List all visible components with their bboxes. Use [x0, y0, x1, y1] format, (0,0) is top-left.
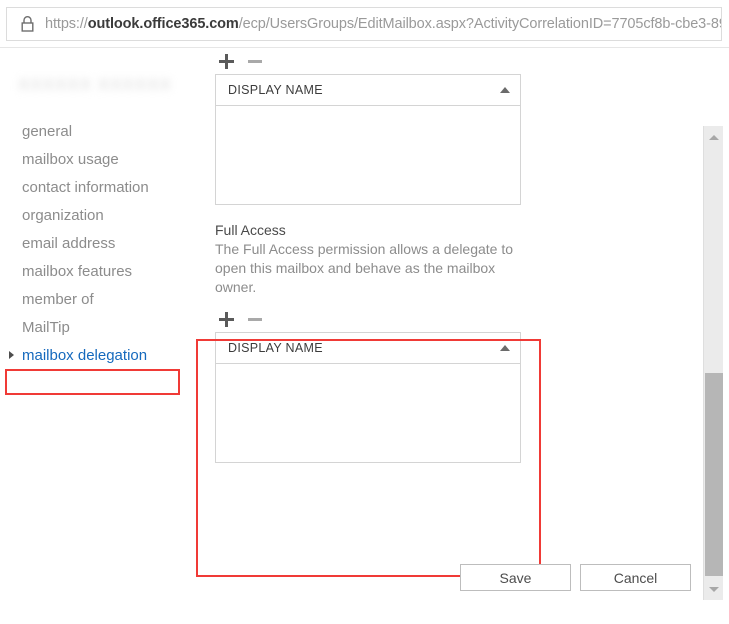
sidebar-item-label: MailTip — [22, 319, 70, 336]
grid-body-empty — [216, 106, 520, 204]
sidebar-item-label: organization — [22, 207, 104, 224]
mailbox-title-redacted: XXXXXX XXXXXX — [18, 75, 172, 94]
send-as-section: DISPLAY NAME — [196, 48, 556, 205]
scrollbar-thumb[interactable] — [705, 373, 723, 576]
sidebar-item-mailbox-features[interactable]: mailbox features — [0, 258, 190, 286]
chevron-down-icon — [708, 586, 719, 592]
url-scheme: https:// — [45, 16, 88, 32]
dialog-footer: Save Cancel — [0, 564, 700, 591]
add-button[interactable] — [217, 52, 236, 71]
annotation-box-mailbox-delegation — [5, 369, 180, 395]
remove-button[interactable] — [245, 310, 264, 329]
full-access-description: The Full Access permission allows a dele… — [215, 241, 514, 295]
url-host: outlook.office365.com — [87, 16, 239, 32]
sidebar-item-label: mailbox delegation — [22, 347, 148, 364]
grid-header-row[interactable]: DISPLAY NAME — [216, 333, 520, 364]
send-as-grid: DISPLAY NAME — [215, 74, 521, 205]
send-as-toolbar — [196, 48, 556, 74]
save-button[interactable]: Save — [460, 564, 571, 591]
sidebar-item-organization[interactable]: organization — [0, 202, 190, 230]
sidebar-item-member-of[interactable]: member of — [0, 286, 190, 314]
minus-icon — [247, 317, 262, 321]
sidebar-item-mailbox-usage[interactable]: mailbox usage — [0, 146, 190, 174]
lock-icon — [13, 15, 41, 33]
cancel-button[interactable]: Cancel — [580, 564, 691, 591]
sidebar-nav: general mailbox usage contact informatio… — [0, 118, 190, 370]
chevron-up-icon — [708, 134, 719, 140]
grid-header-row[interactable]: DISPLAY NAME — [216, 75, 520, 106]
sidebar-item-label: mailbox features — [22, 263, 133, 280]
ecp-page: XXXXXX XXXXXX general mailbox usage cont… — [0, 48, 729, 624]
sidebar-item-label: mailbox usage — [22, 151, 119, 168]
url-text: https://outlook.office365.com/ecp/UsersG… — [45, 16, 721, 32]
browser-address-bar[interactable]: https://outlook.office365.com/ecp/UsersG… — [6, 7, 722, 41]
plus-icon — [219, 311, 234, 327]
scroll-up-button[interactable] — [704, 128, 723, 146]
column-header-display-name: DISPLAY NAME — [228, 83, 323, 97]
full-access-section: Full Access The Full Access permission a… — [215, 221, 521, 297]
scroll-down-button[interactable] — [704, 580, 723, 598]
full-access-title: Full Access — [215, 222, 286, 238]
sidebar-item-label: general — [22, 123, 73, 140]
minus-icon — [247, 59, 262, 63]
sidebar-item-mailtip[interactable]: MailTip — [0, 314, 190, 342]
sidebar-item-email-address[interactable]: email address — [0, 230, 190, 258]
sidebar-item-label: email address — [22, 235, 116, 252]
sort-ascending-arrow-icon[interactable] — [500, 345, 510, 351]
sidebar-item-label: contact information — [22, 179, 149, 196]
sidebar-item-contact-information[interactable]: contact information — [0, 174, 190, 202]
grid-body-empty — [216, 364, 520, 462]
sort-ascending-arrow-icon[interactable] — [500, 87, 510, 93]
remove-button[interactable] — [245, 52, 264, 71]
sidebar-item-general[interactable]: general — [0, 118, 190, 146]
main-content: DISPLAY NAME Full Access The Full Access… — [196, 48, 556, 463]
add-button[interactable] — [217, 310, 236, 329]
sidebar-item-mailbox-delegation[interactable]: mailbox delegation — [0, 342, 190, 370]
url-path: /ecp/UsersGroups/EditMailbox.aspx?Activi… — [238, 16, 721, 32]
full-access-grid: DISPLAY NAME — [215, 332, 521, 463]
plus-icon — [219, 53, 234, 69]
sidebar-item-label: member of — [22, 291, 94, 308]
caret-right-icon — [9, 351, 14, 359]
vertical-scrollbar[interactable] — [703, 126, 723, 600]
full-access-toolbar — [196, 306, 556, 332]
column-header-display-name: DISPLAY NAME — [228, 341, 323, 355]
